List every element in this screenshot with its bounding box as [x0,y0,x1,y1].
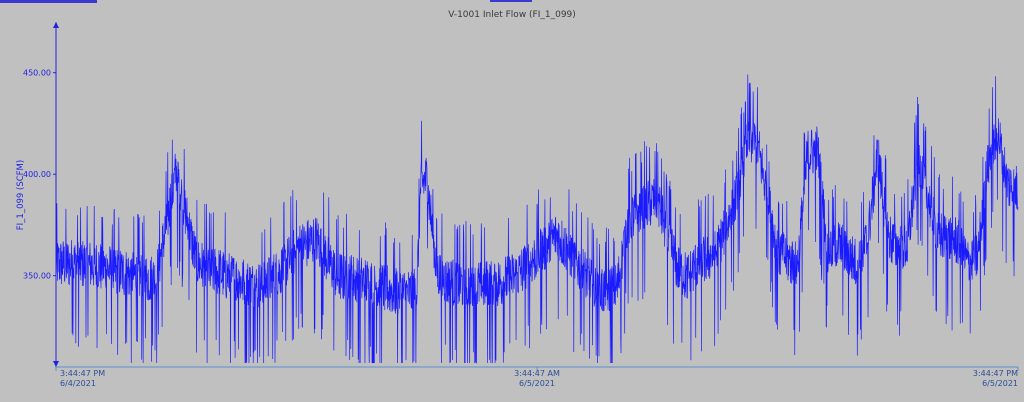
x-tick-time: 3:44:47 AM [514,369,560,378]
x-tick-time: 3:44:47 PM [973,369,1018,378]
y-tick-label: 450.00 [23,69,51,78]
x-tick-date: 6/5/2021 [519,379,555,388]
trend-panel: V-1001 Inlet Flow (FI_1_099) FI_1_099 (S… [0,0,1024,402]
x-tick-date: 6/4/2021 [60,379,96,388]
y-tick-label: 400.00 [23,170,51,179]
x-tick-date: 6/5/2021 [982,379,1018,388]
series-line [55,74,1019,364]
x-ticks: 3:44:47 PM6/4/20213:44:47 AM6/5/20213:44… [55,367,1019,388]
y-axis-arrow [53,22,59,28]
trend-chart[interactable]: 350.00400.00450.00 3:44:47 PM6/4/20213:4… [0,0,1024,402]
y-axis-arrow-bottom [53,361,59,367]
y-tick-label: 350.00 [23,272,51,281]
y-ticks: 350.00 400.00 450.00 [23,69,56,281]
x-tick-time: 3:44:47 PM [60,369,105,378]
